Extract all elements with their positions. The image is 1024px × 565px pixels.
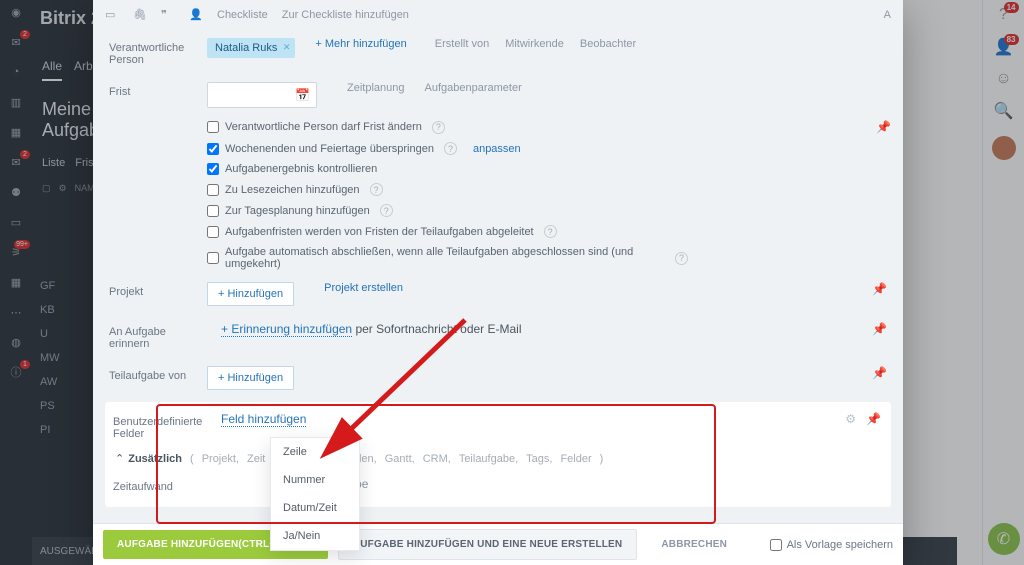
logo-icon[interactable]: ◉ bbox=[8, 4, 24, 20]
pin-icon[interactable]: 📌 bbox=[866, 412, 881, 426]
nav-more-icon[interactable]: ⋯ bbox=[8, 304, 24, 320]
remind-label: An Aufgabe erinnern bbox=[109, 322, 209, 350]
created-by-link[interactable]: Erstellt von bbox=[435, 38, 489, 50]
chevron-down-icon[interactable]: ⌃ bbox=[115, 452, 124, 465]
link-icon[interactable]: 🖇 bbox=[133, 8, 147, 22]
call-button[interactable]: ✆ bbox=[988, 523, 1020, 555]
add-field-link[interactable]: Feld hinzufügen bbox=[221, 412, 306, 427]
search-icon[interactable]: 🔍 bbox=[995, 102, 1013, 120]
dd-option-number[interactable]: Nummer bbox=[271, 466, 359, 494]
deadline-input[interactable]: 📅 bbox=[207, 82, 317, 108]
pin-icon[interactable]: 📌 bbox=[872, 322, 887, 336]
help-icon[interactable]: ? bbox=[444, 142, 457, 155]
chk-resp-deadline[interactable] bbox=[207, 121, 219, 133]
nav-info-icon[interactable]: ⓘ1 bbox=[8, 364, 24, 380]
help-icon[interactable]: ? bbox=[380, 204, 393, 217]
dd-option-string[interactable]: Zeile bbox=[271, 438, 359, 466]
col-check-icon[interactable]: ▢ bbox=[42, 183, 51, 194]
cancel-button[interactable]: ABBRECHEN bbox=[647, 530, 741, 559]
checklist-link[interactable]: Checkliste bbox=[217, 9, 268, 21]
pin-icon[interactable]: 📌 bbox=[872, 282, 887, 296]
mention-icon[interactable]: 👤 bbox=[189, 8, 203, 22]
observer-link[interactable]: Beobachter bbox=[580, 38, 636, 50]
add-to-checklist-link[interactable]: Zur Checkliste hinzufügen bbox=[282, 9, 409, 21]
project-label: Projekt bbox=[109, 282, 195, 298]
help-icon[interactable]: ? bbox=[370, 183, 383, 196]
avatar[interactable] bbox=[992, 136, 1016, 160]
nav-filter-icon[interactable]: ⚞99+ bbox=[8, 244, 24, 260]
project-add-button[interactable]: + Hinzufügen bbox=[207, 282, 294, 306]
gear-icon[interactable]: ⚙ bbox=[845, 412, 856, 426]
help-icon[interactable]: ?14 bbox=[995, 6, 1013, 24]
nav-mail-icon[interactable]: ✉2 bbox=[8, 154, 24, 170]
app-icon-sidebar: ◉ ✉2 ◔ ▥ ▦ ✉2 ⚉ ▭ ⚞99+ ▦ ⋯ ◍ ⓘ1 bbox=[0, 0, 32, 565]
chk-skip-weekends[interactable] bbox=[207, 143, 219, 155]
help-icon[interactable]: ? bbox=[544, 225, 557, 238]
field-type-dropdown: Zeile Nummer Datum/Zeit Ja/Nein bbox=[270, 437, 360, 551]
attach-outline-icon[interactable]: ▭ bbox=[105, 8, 119, 22]
project-create-link[interactable]: Projekt erstellen bbox=[324, 282, 403, 294]
chk-bookmark[interactable] bbox=[207, 184, 219, 196]
submit-and-new-button[interactable]: AUFGABE HINZUFÜGEN UND EINE NEUE ERSTELL… bbox=[338, 529, 638, 560]
nav-people-icon[interactable]: ⚉ bbox=[8, 184, 24, 200]
notify-icon[interactable]: 👤83 bbox=[995, 38, 1013, 56]
font-toggle[interactable]: A bbox=[884, 9, 891, 21]
participants-link[interactable]: Mitwirkende bbox=[505, 38, 564, 50]
subtab-list[interactable]: Liste bbox=[42, 157, 65, 169]
right-sidebar: ?14 👤83 ☺ 🔍 ✆ bbox=[982, 0, 1024, 565]
help-icon[interactable]: ? bbox=[675, 252, 688, 265]
dd-option-datetime[interactable]: Datum/Zeit bbox=[271, 494, 359, 522]
save-template-check[interactable]: Als Vorlage speichern bbox=[770, 539, 893, 551]
nav-msg-icon[interactable]: ✉2 bbox=[8, 34, 24, 50]
nav-clock-icon[interactable]: ◔ bbox=[8, 64, 24, 80]
adjust-link[interactable]: anpassen bbox=[473, 143, 521, 155]
subtask-add-button[interactable]: + Hinzufügen bbox=[207, 366, 294, 390]
userfields-label: Benutzerdefinierte Felder bbox=[113, 412, 209, 440]
quote-icon[interactable]: ❞ bbox=[161, 8, 175, 22]
effort-label: Zeitaufwand bbox=[113, 477, 209, 493]
nav-cal-icon[interactable]: ▦ bbox=[8, 124, 24, 140]
col-gear-icon[interactable]: ⚙ bbox=[59, 183, 67, 194]
deadline-label: Frist bbox=[109, 82, 195, 98]
smile-icon[interactable]: ☺ bbox=[995, 70, 1013, 88]
nav-apps-icon[interactable]: ▦ bbox=[8, 274, 24, 290]
task-params-link[interactable]: Aufgabenparameter bbox=[425, 82, 522, 94]
add-more-link[interactable]: + Mehr hinzufügen bbox=[315, 38, 406, 50]
responsible-label: Verantwortliche Person bbox=[109, 38, 195, 66]
chk-auto-close[interactable] bbox=[207, 252, 219, 264]
task-modal: ▭ 🖇 ❞ 👤 Checkliste Zur Checkliste hinzuf… bbox=[93, 0, 903, 565]
add-reminder-link[interactable]: + Erinnerung hinzufügen bbox=[221, 322, 352, 337]
responsible-chip[interactable]: Natalia Ruks bbox=[207, 38, 295, 58]
pin-icon[interactable]: 📌 bbox=[872, 366, 887, 380]
help-icon[interactable]: ? bbox=[432, 121, 445, 134]
chk-result-control[interactable] bbox=[207, 163, 219, 175]
chk-derive-deadline[interactable] bbox=[207, 226, 219, 238]
pin-icon[interactable]: 📌 bbox=[876, 120, 891, 134]
subtask-label: Teilaufgabe von bbox=[109, 366, 195, 382]
chk-dayplan[interactable] bbox=[207, 205, 219, 217]
tab-all[interactable]: Alle bbox=[42, 59, 62, 81]
additional-label[interactable]: Zusätzlich bbox=[128, 453, 182, 465]
dd-option-boolean[interactable]: Ja/Nein bbox=[271, 522, 359, 550]
time-planning-link[interactable]: Zeitplanung bbox=[347, 82, 405, 94]
nav-chart-icon[interactable]: ▥ bbox=[8, 94, 24, 110]
nav-disk-icon[interactable]: ▭ bbox=[8, 214, 24, 230]
nav-globe-icon[interactable]: ◍ bbox=[8, 334, 24, 350]
